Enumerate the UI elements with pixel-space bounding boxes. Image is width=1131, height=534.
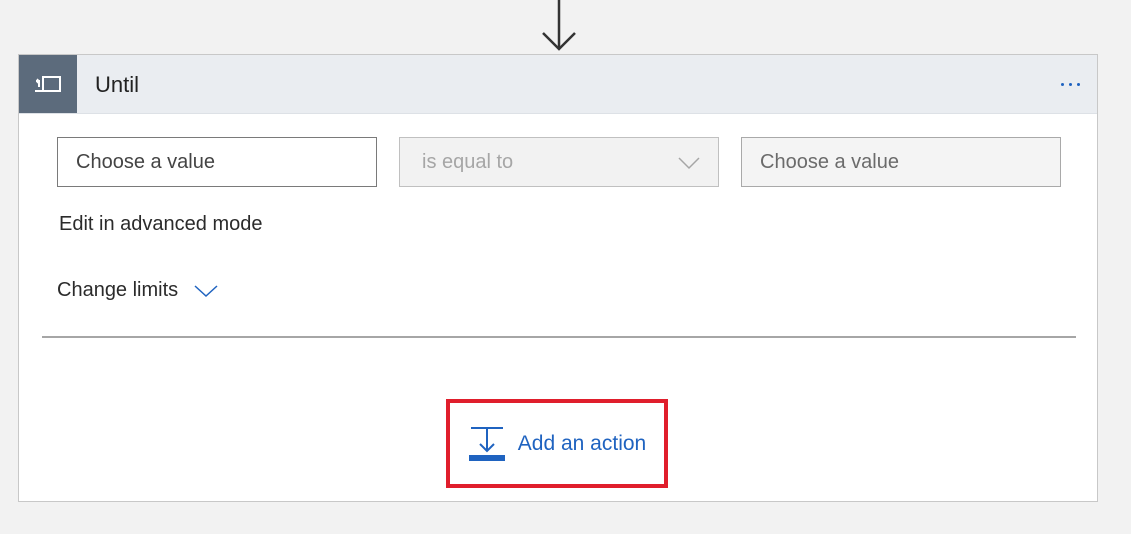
change-limits-toggle[interactable]: Change limits [57, 279, 218, 302]
condition-operator-value: is equal to [422, 151, 514, 173]
divider [42, 336, 1076, 338]
add-action-button[interactable]: Add an action [446, 399, 668, 488]
chevron-down-icon [194, 284, 218, 297]
edit-advanced-mode-link[interactable]: Edit in advanced mode [59, 213, 262, 236]
card-title: Until [95, 72, 140, 97]
loop-until-icon [19, 55, 77, 113]
flow-arrow-icon [542, 0, 576, 51]
condition-right-value-input[interactable]: Choose a value [741, 137, 1061, 187]
more-options-icon[interactable] [1053, 71, 1087, 97]
add-action-label: Add an action [517, 431, 647, 455]
change-limits-label: Change limits [57, 279, 179, 301]
chevron-down-icon [678, 157, 700, 170]
condition-right-placeholder: Choose a value [760, 151, 899, 173]
condition-left-value-input[interactable]: Choose a value [57, 137, 377, 187]
until-card: Until Choose a value is equal to Choose … [18, 54, 1098, 502]
card-header[interactable]: Until [19, 55, 1097, 114]
condition-operator-select[interactable]: is equal to [399, 137, 719, 187]
add-action-icon [468, 426, 505, 461]
condition-left-placeholder: Choose a value [76, 151, 215, 173]
